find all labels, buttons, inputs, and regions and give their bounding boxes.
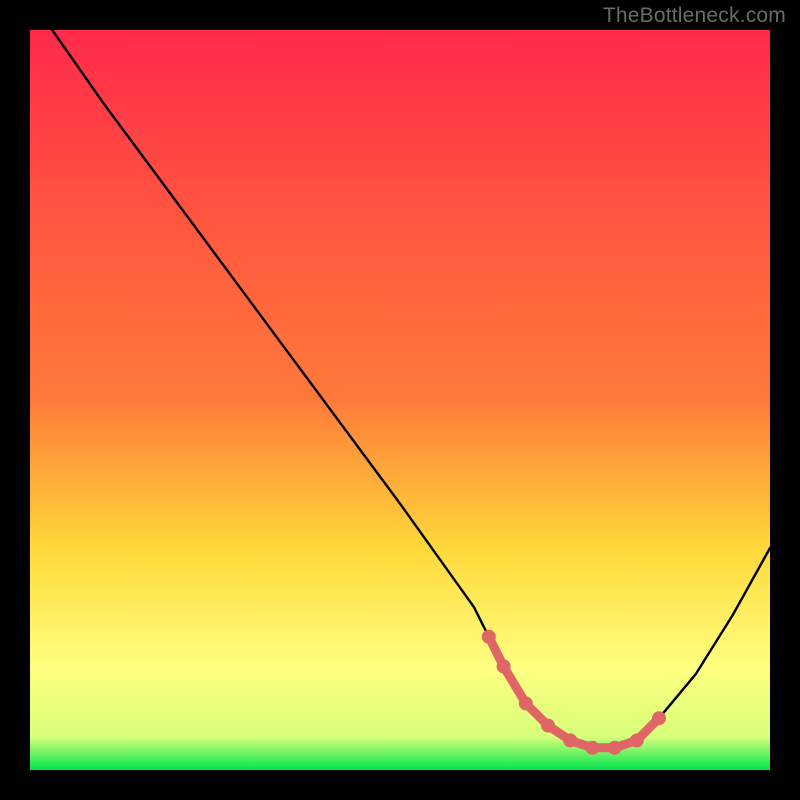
- optimal-range-point: [541, 719, 555, 733]
- gradient-background: [30, 30, 770, 770]
- optimal-range-point: [497, 659, 511, 673]
- optimal-range-point: [482, 630, 496, 644]
- optimal-range-point: [652, 711, 666, 725]
- bottleneck-chart: [0, 0, 800, 800]
- optimal-range-point: [563, 733, 577, 747]
- optimal-range-point: [585, 741, 599, 755]
- optimal-range-point: [519, 696, 533, 710]
- optimal-range-point: [630, 733, 644, 747]
- optimal-range-point: [608, 741, 622, 755]
- attribution-text: TheBottleneck.com: [603, 4, 786, 28]
- chart-container: TheBottleneck.com: [0, 0, 800, 800]
